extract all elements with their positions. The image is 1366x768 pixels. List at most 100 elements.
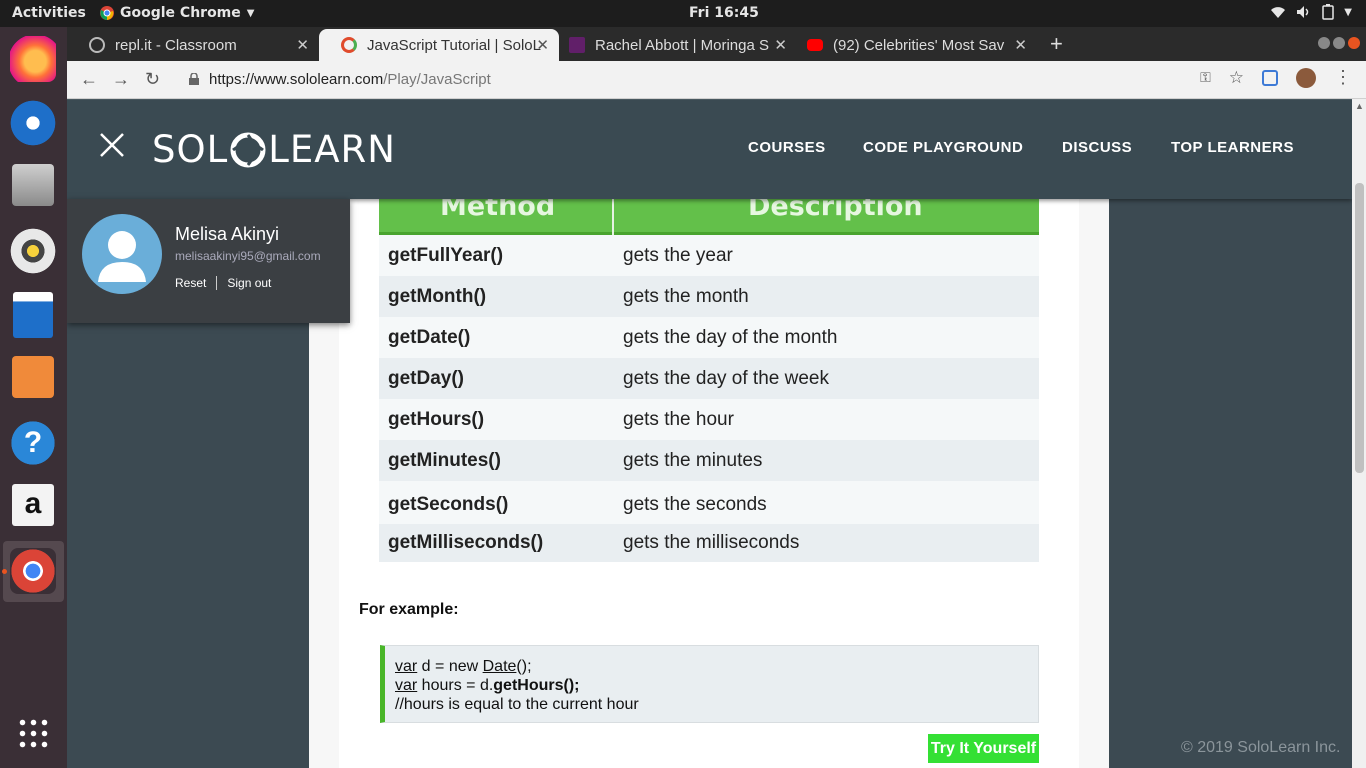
method-cell: getSeconds() [388, 494, 509, 515]
tab-youtube[interactable]: (92) Celebrities' Most Sav ✕ [785, 29, 1037, 61]
tab-title: Rachel Abbott | Moringa S [595, 36, 769, 54]
description-cell: gets the year [623, 245, 733, 266]
close-icon[interactable]: ✕ [296, 36, 309, 54]
firefox-icon[interactable] [10, 36, 56, 82]
description-cell: gets the day of the month [623, 327, 838, 348]
avatar[interactable] [82, 214, 162, 294]
profile-name: Melisa Akinyi [175, 224, 280, 244]
menu-icon[interactable]: ⋮ [1334, 67, 1352, 88]
amazon-icon[interactable]: a [12, 484, 54, 526]
code-method: getHours(); [493, 677, 580, 694]
method-cell: getHours() [388, 409, 485, 430]
table-header: Method Description [379, 191, 1039, 235]
logo-text-right: LEARN [268, 128, 396, 171]
replit-favicon-icon [89, 37, 105, 53]
logo-text-left: SOL [152, 128, 229, 171]
close-window-button[interactable] [1348, 37, 1360, 49]
rhythmbox-icon[interactable] [10, 228, 56, 274]
description-cell: gets the hour [623, 409, 734, 430]
forward-arrow-icon[interactable]: → [112, 69, 130, 90]
nav-code-playground[interactable]: CODE PLAYGROUND [863, 139, 1023, 156]
extension-icon[interactable] [1262, 69, 1278, 86]
method-cell: getFullYear() [388, 245, 504, 266]
clock[interactable]: Fri 16:45 [689, 5, 759, 21]
maximize-button[interactable] [1333, 37, 1345, 49]
nav-discuss[interactable]: DISCUSS [1062, 139, 1132, 156]
method-cell: getMonth() [388, 286, 487, 307]
description-cell: gets the minutes [623, 450, 763, 471]
sololearn-favicon-icon [341, 37, 357, 53]
close-icon[interactable]: ✕ [1014, 36, 1027, 54]
table-row: getMonth() gets the month [379, 276, 1039, 317]
minimize-button[interactable] [1318, 37, 1330, 49]
tab-replit[interactable]: repl.it - Classroom ✕ [67, 29, 319, 61]
app-menu-label: Google Chrome [120, 5, 241, 21]
youtube-favicon-icon [807, 39, 823, 51]
code-text: d = new [417, 658, 483, 675]
software-center-icon[interactable] [12, 356, 54, 398]
methods-table: Method Description getFullYear() gets the… [379, 191, 1039, 562]
table-row: getDate() gets the day of the month [379, 317, 1039, 358]
scrollbar-thumb[interactable] [1355, 183, 1364, 473]
tab-title: (92) Celebrities' Most Sav [833, 36, 1005, 54]
system-tray[interactable]: ▼ [1270, 4, 1352, 20]
code-line: //hours is equal to the current hour [395, 696, 639, 713]
method-cell: getDay() [388, 368, 465, 389]
url-field[interactable]: https://www.sololearn.com/Play/JavaScrip… [209, 71, 491, 88]
scroll-up-arrow-icon[interactable]: ▲ [1355, 101, 1364, 111]
sololearn-swirl-icon [230, 132, 266, 167]
reload-icon[interactable]: ↻ [145, 69, 160, 90]
activities-button[interactable]: Activities [12, 5, 86, 21]
description-cell: gets the day of the week [623, 368, 829, 389]
chrome-icon [100, 6, 114, 20]
writer-icon[interactable] [13, 292, 53, 338]
table-row: getDay() gets the day of the week [379, 358, 1039, 399]
table-row: getHours() gets the hour [379, 399, 1039, 440]
code-line: var hours = d.getHours(); [395, 676, 1038, 695]
files-icon[interactable] [12, 164, 54, 206]
table-row: getMinutes() gets the minutes [379, 440, 1039, 481]
table-row: getFullYear() gets the year [379, 235, 1039, 276]
thunderbird-icon[interactable] [10, 100, 56, 146]
site-header: SOL LEARN COURSES CODE PLAYGROUND DISCUS… [67, 99, 1352, 199]
description-cell: gets the seconds [623, 494, 767, 515]
profile-dropdown: Melisa Akinyi melisaakinyi95@gmail.com R… [67, 199, 350, 323]
code-keyword: var [395, 658, 418, 675]
window-controls [1318, 37, 1360, 49]
method-cell: getMilliseconds() [388, 532, 544, 553]
sign-out-link[interactable]: Sign out [227, 276, 271, 290]
table-row: getSeconds() gets the seconds [379, 481, 1039, 524]
url-host: https://www.sololearn.com [209, 71, 384, 88]
tab-sololearn[interactable]: JavaScript Tutorial | SoloL ✕ [319, 29, 559, 61]
link-divider [216, 276, 218, 290]
code-line: var d = new Date(); [395, 657, 1038, 676]
avatar[interactable] [1296, 67, 1316, 88]
new-tab-button[interactable]: + [1050, 31, 1063, 57]
running-indicator [2, 569, 7, 574]
try-it-yourself-button[interactable]: Try It Yourself [928, 734, 1039, 763]
tab-slack[interactable]: Rachel Abbott | Moringa S ✕ [547, 29, 797, 61]
tab-title: repl.it - Classroom [115, 36, 237, 54]
star-icon[interactable]: ☆ [1229, 68, 1244, 88]
chrome-dock-icon[interactable] [10, 548, 56, 594]
url-path: /Play/JavaScript [383, 71, 491, 88]
lock-icon[interactable] [189, 73, 199, 85]
nav-top-learners[interactable]: TOP LEARNERS [1171, 139, 1294, 156]
nav-courses[interactable]: COURSES [748, 139, 826, 156]
app-menu[interactable]: Google Chrome ▼ [100, 5, 254, 21]
code-example: var d = new Date(); var hours = d.getHou… [380, 645, 1039, 723]
chevron-down-icon: ▼ [246, 7, 255, 19]
reset-link[interactable]: Reset [175, 276, 206, 290]
volume-icon [1297, 6, 1309, 18]
page-scrollbar[interactable]: ▲ [1352, 99, 1366, 768]
battery-icon [1322, 4, 1335, 20]
back-arrow-icon[interactable]: ← [80, 69, 98, 90]
method-cell: getDate() [388, 327, 471, 348]
sololearn-logo[interactable]: SOL LEARN [152, 128, 396, 171]
show-applications-icon[interactable] [17, 717, 49, 749]
help-icon[interactable]: ? [10, 420, 56, 466]
table-row: getMilliseconds() gets the milliseconds [379, 524, 1039, 562]
user-icon [98, 231, 146, 282]
close-icon[interactable] [99, 132, 125, 158]
key-icon[interactable]: ⚿ [1200, 69, 1211, 86]
